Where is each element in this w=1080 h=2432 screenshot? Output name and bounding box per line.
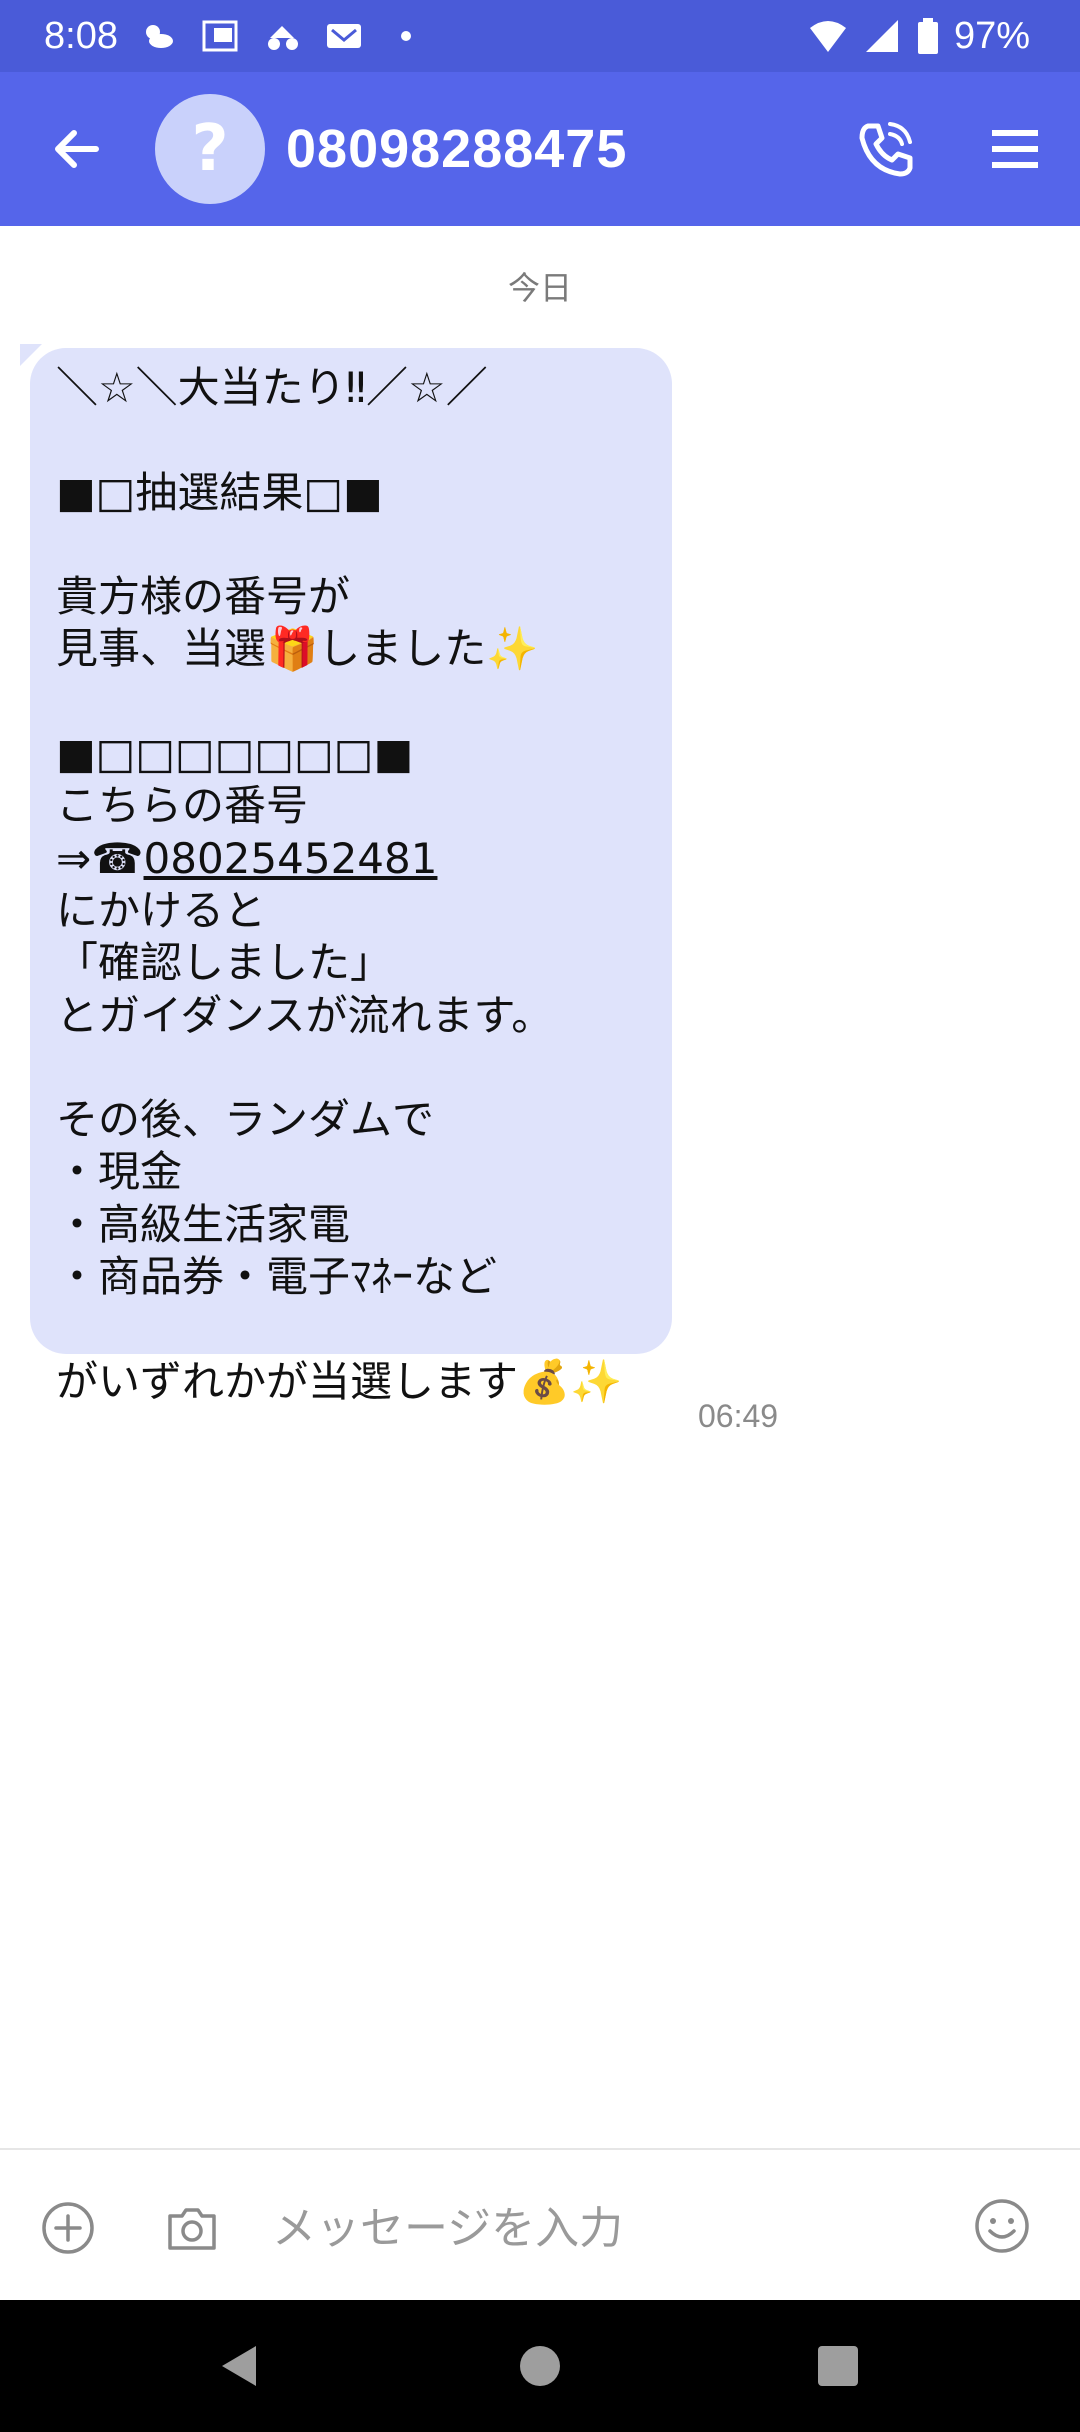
message-text: ＼☆＼大当たり‼／☆／ ■□抽選結果□■ 貴方様の番号が 見事、当選🎁しました✨… — [56, 362, 656, 1408]
message-line: がいずれかが当選します💰✨ — [56, 1356, 623, 1406]
phone-number-link[interactable]: 08025452481 — [144, 834, 438, 883]
app-header: ? 08098288475 — [0, 72, 1080, 226]
message-timestamp: 06:49 — [698, 1398, 779, 1434]
message-line: 「確認しました」 — [56, 938, 393, 988]
message-line: 貴方様の番号が — [56, 572, 351, 622]
message-line: 見事、当選🎁しました✨ — [56, 624, 539, 674]
message-line: ・高級生活家電 — [56, 1199, 351, 1249]
message-line — [56, 519, 656, 571]
nav-back-icon[interactable] — [212, 2338, 268, 2394]
wifi-icon — [809, 21, 846, 52]
message-line: ■□□□□□□□■ — [56, 729, 414, 779]
date-separator: 今日 — [507, 269, 572, 307]
nav-home-icon[interactable] — [512, 2338, 568, 2394]
message-line: ・商品券・電子ﾏﾈｰなど — [56, 1252, 498, 1302]
message-input[interactable] — [270, 2186, 934, 2270]
message-bubble[interactable]: ＼☆＼大当たり‼／☆／ ■□抽選結果□■ 貴方様の番号が 見事、当選🎁しました✨… — [30, 348, 672, 1406]
status-right: 97% — [808, 12, 1030, 60]
message-line: とガイダンスが流れます。 — [56, 990, 554, 1040]
emoji-icon[interactable] — [972, 2196, 1032, 2256]
conversation-thread[interactable]: 今日 ＼☆＼大当たり‼／☆／ ■□抽選結果□■ 貴方様の番号が 見事、当選🎁しま… — [0, 226, 1080, 2148]
carrier-au-icon — [202, 20, 238, 52]
add-attachment-icon[interactable] — [38, 2198, 98, 2258]
status-icons — [138, 16, 426, 56]
camera-icon[interactable] — [162, 2198, 222, 2258]
message-line: こちらの番号 — [56, 781, 309, 831]
signal-icon — [865, 20, 898, 52]
status-bar: 8:08 97% — [0, 0, 1080, 72]
message-line: その後、ランダムで — [56, 1095, 435, 1145]
status-time: 8:08 — [44, 15, 118, 57]
message-line-with-link: ⇒☎08025452481 — [56, 833, 656, 885]
battery-icon — [917, 18, 938, 54]
message-line: ＼☆＼大当たり‼／☆／ — [56, 363, 488, 412]
contact-avatar[interactable]: ? — [155, 94, 265, 204]
avatar-placeholder-glyph: ? — [191, 112, 229, 186]
phone-call-icon[interactable] — [850, 114, 920, 184]
message-line — [56, 676, 656, 728]
weather-icon — [146, 25, 173, 48]
message-line — [56, 414, 656, 466]
compose-bar — [0, 2148, 1080, 2302]
message-line — [56, 1303, 656, 1355]
nav-recents-icon[interactable] — [810, 2338, 866, 2394]
phone-arrow-prefix: ⇒☎ — [56, 833, 144, 883]
dot-icon — [401, 31, 411, 41]
contact-phone-number: 08098288475 — [286, 119, 628, 179]
message-line — [56, 1042, 656, 1094]
message-line: ■□抽選結果□■ — [56, 467, 383, 517]
message-line: ・現金 — [56, 1147, 183, 1197]
hamburger-menu-icon[interactable] — [988, 122, 1042, 176]
system-navigation-bar — [0, 2300, 1080, 2432]
message-line: にかけると — [56, 885, 267, 935]
back-arrow-icon[interactable] — [46, 118, 108, 180]
gmail-icon — [327, 24, 361, 48]
battery-percent: 97% — [953, 15, 1030, 57]
app-notification-icon — [268, 26, 298, 50]
